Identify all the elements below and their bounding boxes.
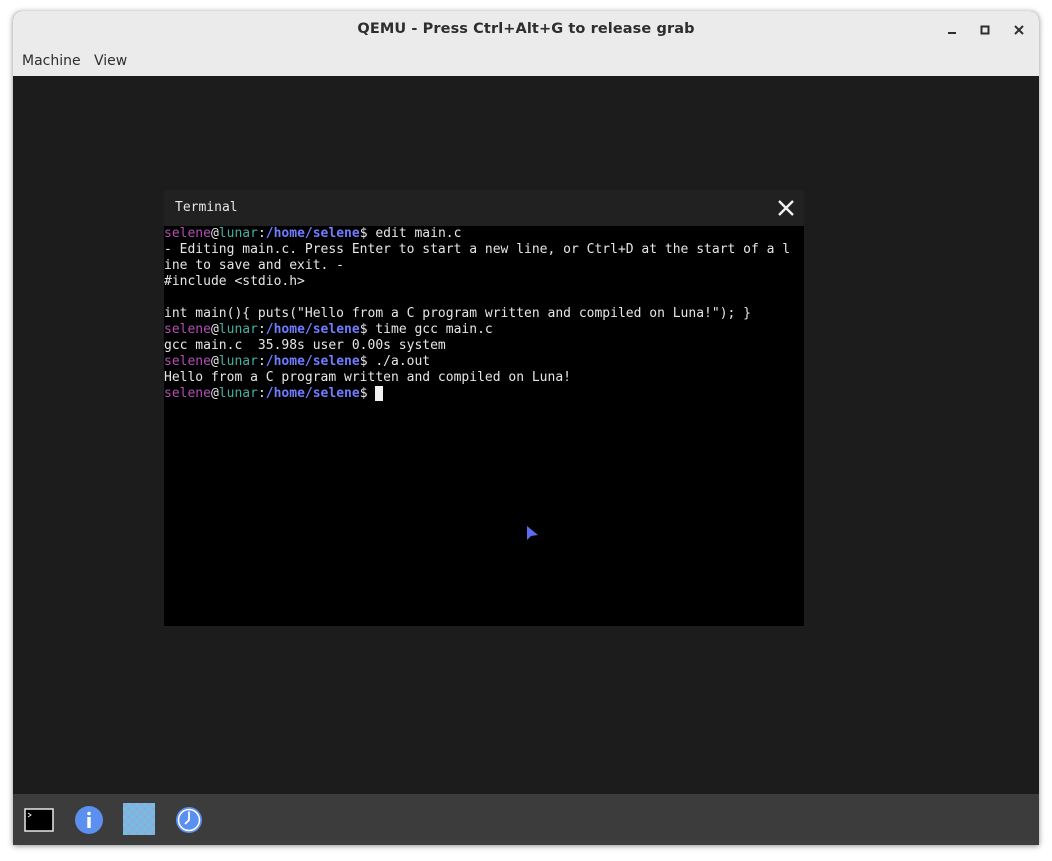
prompt-at: @ <box>210 354 219 369</box>
text-cursor <box>375 386 384 401</box>
close-icon <box>778 200 794 216</box>
prompt-at: @ <box>210 322 219 337</box>
command-text: edit main.c <box>375 226 462 241</box>
output-line: - Editing main.c. Press Enter to start a… <box>164 242 791 257</box>
minimize-button[interactable] <box>942 20 962 40</box>
prompt-line: selene@lunar:/home/selene$ ./a.out <box>164 354 804 370</box>
title-bar[interactable]: QEMU - Press Ctrl+Alt+G to release grab <box>13 11 1039 47</box>
prompt-dollar: $ <box>359 386 376 401</box>
maximize-icon <box>980 25 990 35</box>
prompt-colon: : <box>257 322 266 337</box>
prompt-path: /home/selene <box>265 322 360 337</box>
prompt-line: selene@lunar:/home/selene$ <box>164 386 804 402</box>
terminal-title: Terminal <box>175 200 238 215</box>
terminal-window: Terminal selene@lunar:/home/selene$ edit… <box>164 190 804 626</box>
prompt-user: selene <box>164 322 211 337</box>
taskbar <box>13 794 1039 845</box>
prompt-host: lunar <box>218 322 258 337</box>
output-line: #include <stdio.h> <box>164 274 305 289</box>
output-line: int main(){ puts("Hello from a C program… <box>164 306 751 321</box>
minimize-icon <box>948 32 956 34</box>
prompt-host: lunar <box>218 386 258 401</box>
terminal-output[interactable]: selene@lunar:/home/selene$ edit main.c - … <box>164 226 804 626</box>
command-text: ./a.out <box>375 354 431 369</box>
prompt-dollar: $ <box>359 322 376 337</box>
prompt-path: /home/selene <box>265 386 360 401</box>
checkerboard-app-icon[interactable] <box>123 803 155 835</box>
menu-view[interactable]: View <box>94 47 127 76</box>
terminal-header[interactable]: Terminal <box>164 190 804 226</box>
prompt-colon: : <box>257 226 266 241</box>
output-line: gcc main.c 35.98s user 0.00s system <box>164 338 446 353</box>
maximize-button[interactable] <box>975 20 995 40</box>
qemu-window: QEMU - Press Ctrl+Alt+G to release grab … <box>13 11 1039 845</box>
terminal-app-icon[interactable] <box>24 805 54 835</box>
command-text: time gcc main.c <box>375 322 493 337</box>
output-line: Hello from a C program written and compi… <box>164 370 571 385</box>
prompt-colon: : <box>257 354 266 369</box>
prompt-path: /home/selene <box>265 226 360 241</box>
window-title: QEMU - Press Ctrl+Alt+G to release grab <box>357 21 695 37</box>
prompt-dollar: $ <box>359 354 376 369</box>
menu-machine[interactable]: Machine <box>22 47 81 76</box>
prompt-host: lunar <box>218 226 258 241</box>
output-line: ine to save and exit. - <box>164 258 345 273</box>
mouse-pointer-icon <box>527 526 538 540</box>
prompt-user: selene <box>164 354 211 369</box>
prompt-dollar: $ <box>359 226 376 241</box>
prompt-user: selene <box>164 386 211 401</box>
prompt-at: @ <box>210 226 219 241</box>
terminal-close-button[interactable] <box>776 198 796 218</box>
prompt-at: @ <box>210 386 219 401</box>
prompt-path: /home/selene <box>265 354 360 369</box>
prompt-user: selene <box>164 226 211 241</box>
vm-display[interactable]: Terminal selene@lunar:/home/selene$ edit… <box>13 76 1039 794</box>
prompt-line: selene@lunar:/home/selene$ time gcc main… <box>164 322 804 338</box>
info-app-icon[interactable] <box>74 805 104 835</box>
prompt-colon: : <box>257 386 266 401</box>
clock-app-icon[interactable] <box>174 805 204 835</box>
prompt-host: lunar <box>218 354 258 369</box>
close-button[interactable] <box>1009 20 1029 40</box>
prompt-line: selene@lunar:/home/selene$ edit main.c <box>164 226 804 242</box>
close-icon <box>1014 25 1024 35</box>
menu-bar: Machine View <box>13 47 1039 77</box>
